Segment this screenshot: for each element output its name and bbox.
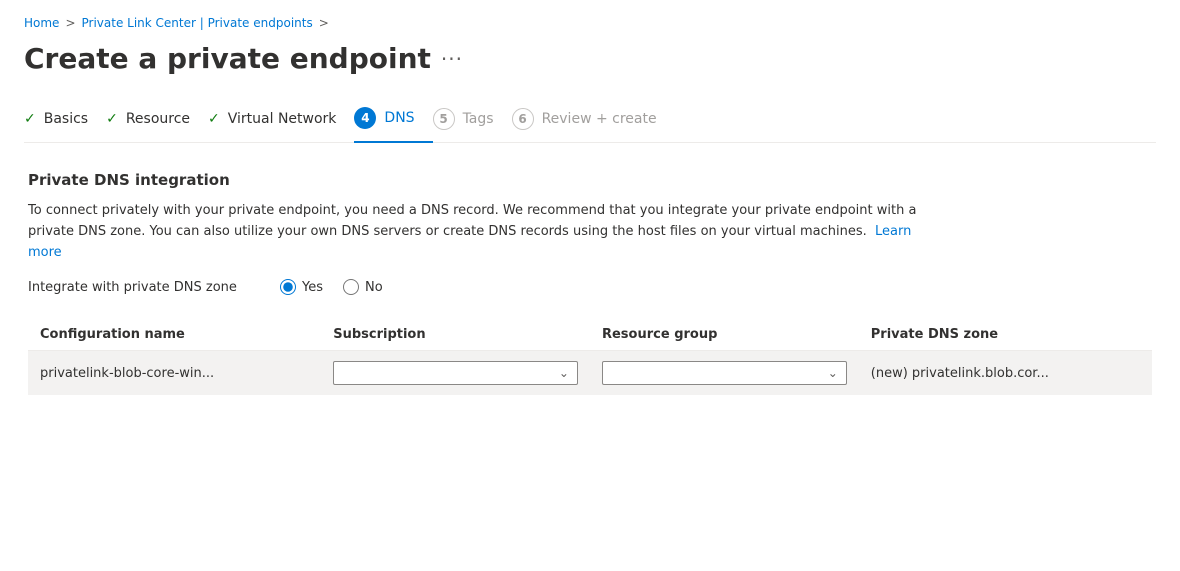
step-vnet-check: ✓ [208, 111, 220, 127]
table-header-row: Configuration name Subscription Resource… [28, 319, 1152, 351]
step-resource-check: ✓ [106, 111, 118, 127]
dns-content: Private DNS integration To connect priva… [24, 171, 1156, 395]
col-header-subscription: Subscription [321, 319, 590, 351]
step-tags-badge: 5 [433, 108, 455, 130]
breadcrumb-home[interactable]: Home [24, 16, 59, 30]
resource-group-chevron-icon: ⌄ [828, 366, 838, 380]
subscription-dropdown[interactable]: ⌄ [333, 361, 578, 385]
step-basics[interactable]: ✓ Basics [24, 103, 106, 139]
col-header-resource-group: Resource group [590, 319, 859, 351]
wizard-steps: ✓ Basics ✓ Resource ✓ Virtual Network 4 … [24, 99, 1156, 143]
page-container: Home > Private Link Center | Private end… [0, 0, 1180, 571]
dns-table: Configuration name Subscription Resource… [28, 319, 1152, 395]
cell-private-dns-zone: (new) privatelink.blob.cor... [859, 351, 1152, 396]
col-header-private-dns: Private DNS zone [859, 319, 1152, 351]
integrate-dns-row: Integrate with private DNS zone Yes No [28, 279, 1152, 295]
cell-subscription[interactable]: ⌄ [321, 351, 590, 396]
step-basics-label: Basics [44, 111, 88, 127]
step-resource[interactable]: ✓ Resource [106, 103, 208, 139]
more-options-button[interactable]: ··· [441, 47, 463, 71]
step-dns-label: DNS [384, 110, 414, 126]
breadcrumb-sep1: > [65, 16, 75, 30]
step-basics-check: ✓ [24, 111, 36, 127]
radio-no-option[interactable]: No [343, 279, 383, 295]
step-dns-badge: 4 [354, 107, 376, 129]
breadcrumb: Home > Private Link Center | Private end… [24, 16, 1156, 30]
breadcrumb-private-link[interactable]: Private Link Center | Private endpoints [82, 16, 313, 30]
table-row: privatelink-blob-core-win... ⌄ ⌄ (ne [28, 351, 1152, 396]
breadcrumb-sep2: > [319, 16, 329, 30]
cell-config-name: privatelink-blob-core-win... [28, 351, 321, 396]
radio-yes-option[interactable]: Yes [280, 279, 323, 295]
col-header-config: Configuration name [28, 319, 321, 351]
radio-yes-label[interactable]: Yes [302, 280, 323, 295]
radio-no-label[interactable]: No [365, 280, 383, 295]
step-resource-label: Resource [126, 111, 190, 127]
step-review-label: Review + create [542, 111, 657, 127]
resource-group-dropdown[interactable]: ⌄ [602, 361, 847, 385]
section-title: Private DNS integration [28, 171, 1152, 189]
subscription-chevron-icon: ⌄ [559, 366, 569, 380]
step-review-badge: 6 [512, 108, 534, 130]
step-vnet-label: Virtual Network [228, 111, 337, 127]
step-virtual-network[interactable]: ✓ Virtual Network [208, 103, 354, 139]
page-title-row: Create a private endpoint ··· [24, 42, 1156, 75]
step-review-create[interactable]: 6 Review + create [512, 100, 675, 142]
step-dns[interactable]: 4 DNS [354, 99, 432, 143]
radio-yes-input[interactable] [280, 279, 296, 295]
dns-description: To connect privately with your private e… [28, 201, 928, 263]
radio-options: Yes No [280, 279, 383, 295]
page-title: Create a private endpoint [24, 42, 431, 75]
step-tags[interactable]: 5 Tags [433, 100, 512, 142]
step-tags-label: Tags [463, 111, 494, 127]
cell-resource-group[interactable]: ⌄ [590, 351, 859, 396]
radio-no-input[interactable] [343, 279, 359, 295]
integrate-label: Integrate with private DNS zone [28, 280, 248, 295]
